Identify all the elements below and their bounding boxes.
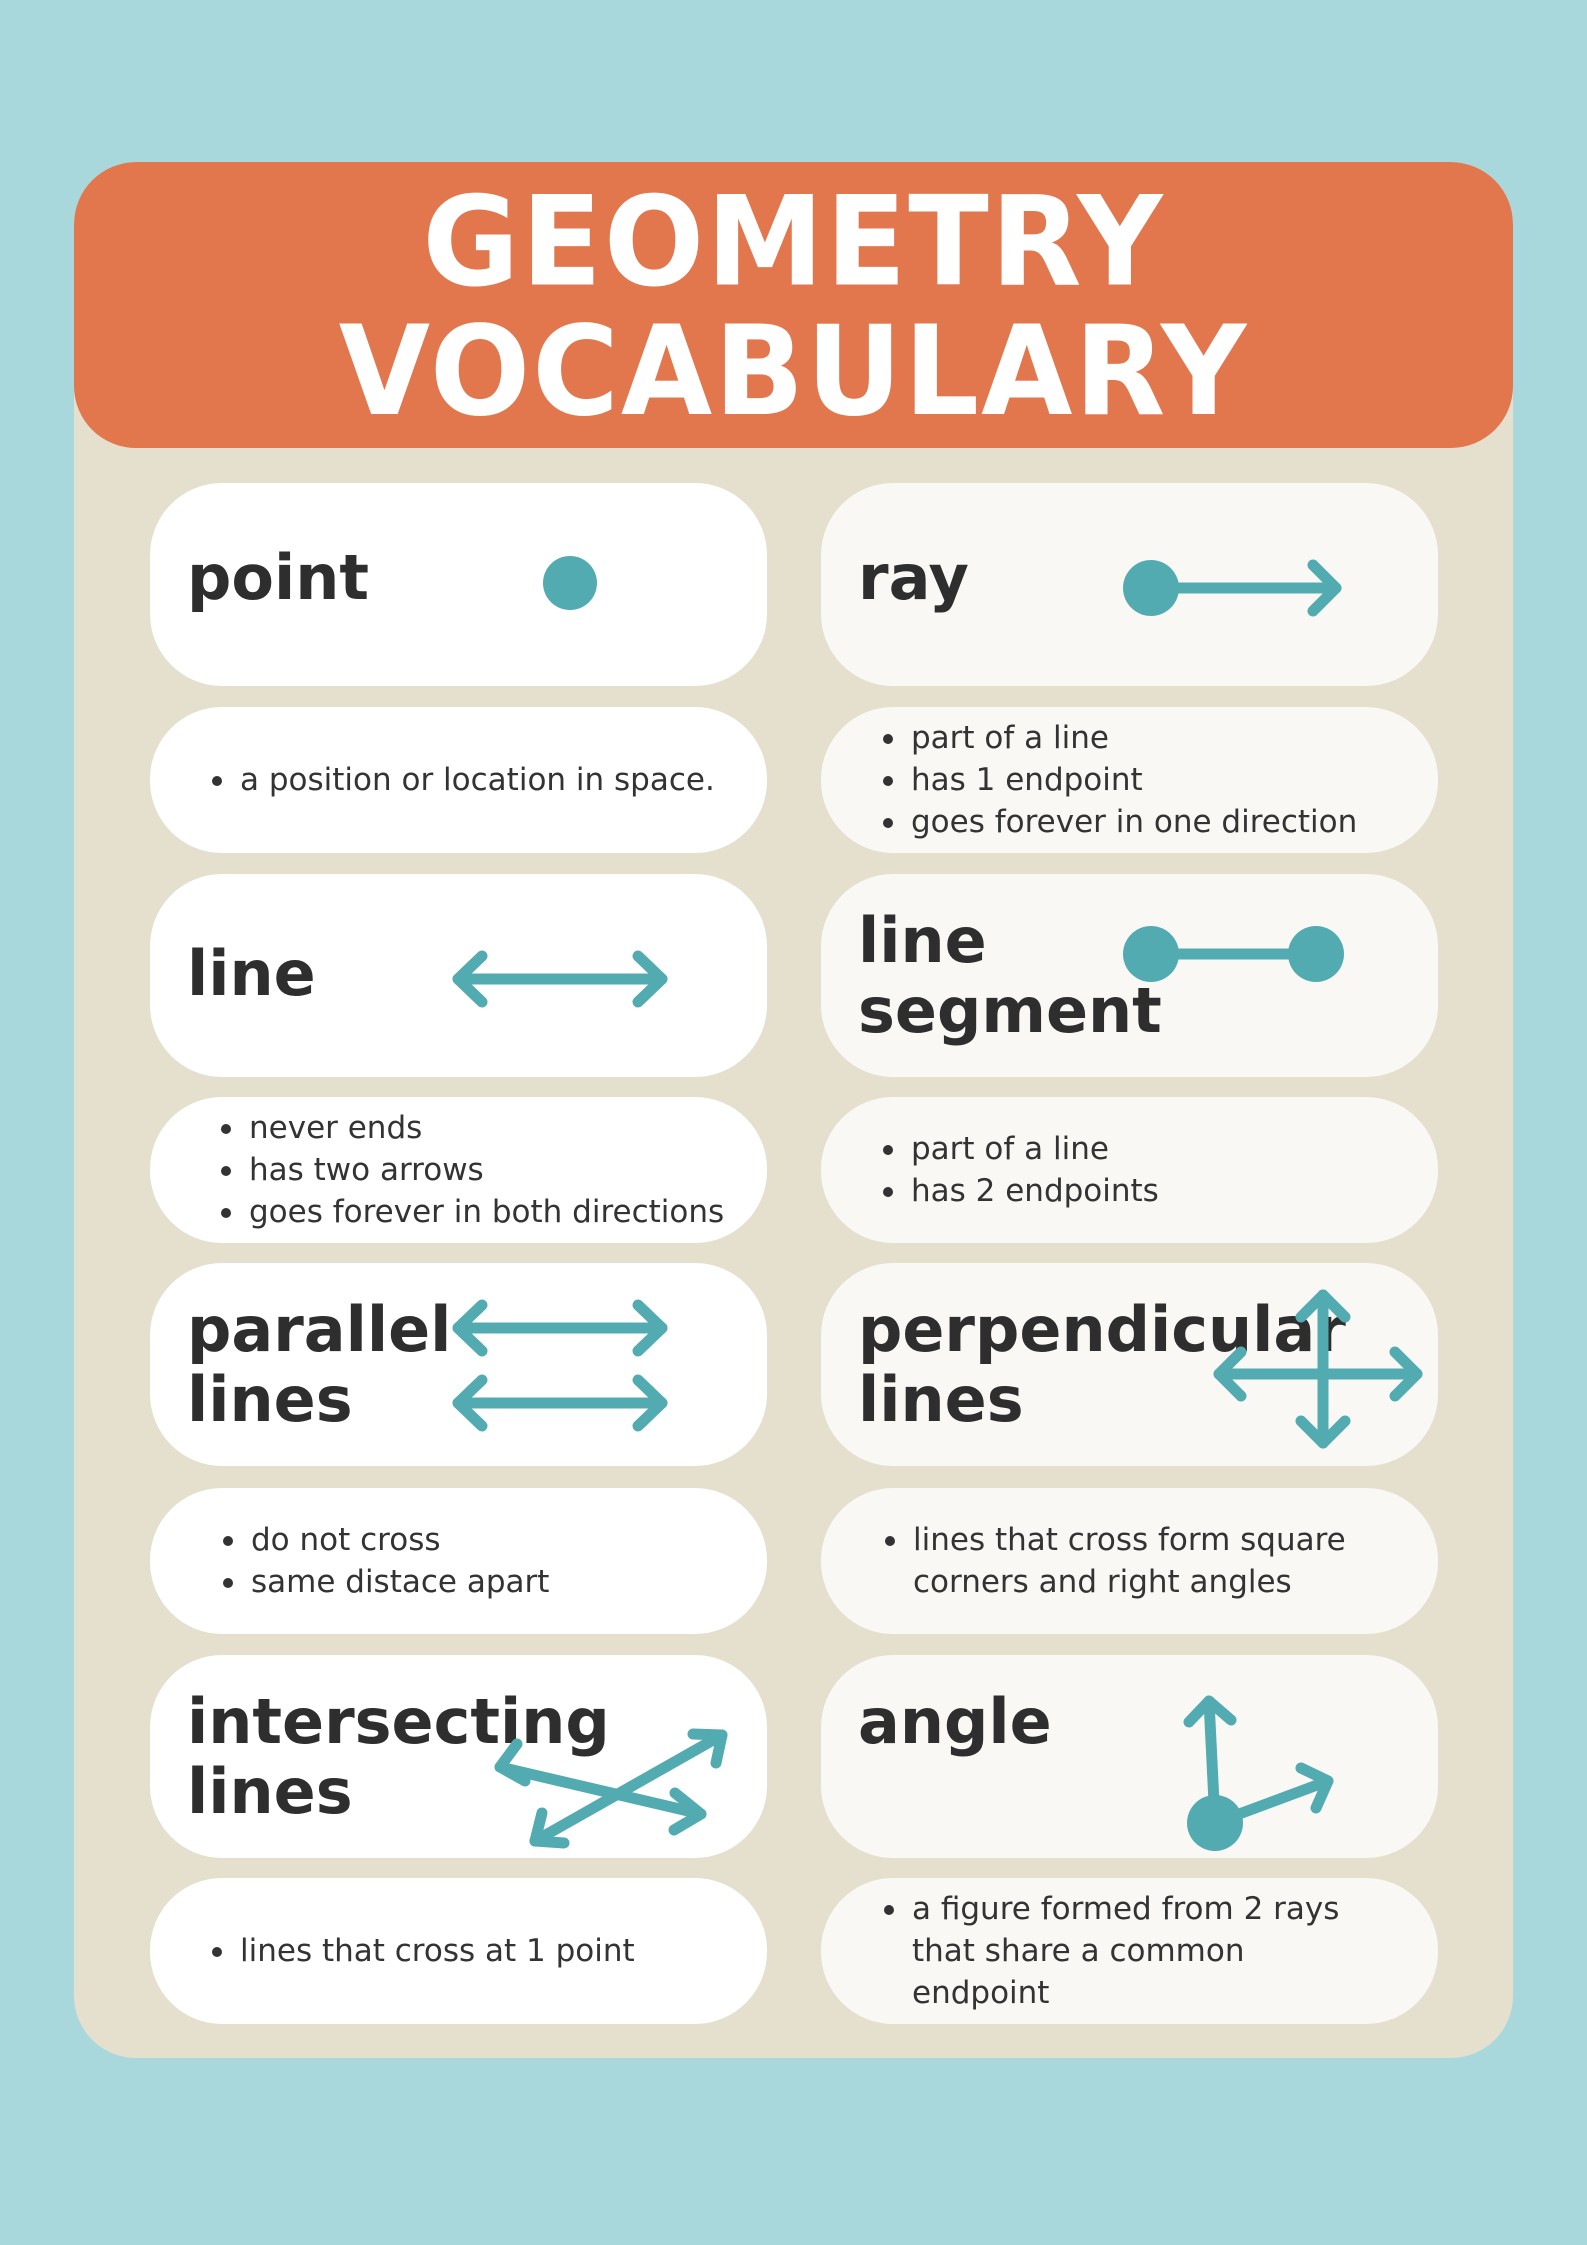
line-icon bbox=[452, 950, 668, 1008]
term-card-angle: angle bbox=[821, 1655, 1438, 1858]
term-angle: angle bbox=[858, 1685, 1052, 1758]
term-point: point bbox=[187, 541, 370, 614]
definition-item: lines that cross form square corners and… bbox=[885, 1519, 1378, 1603]
ray-icon bbox=[1123, 559, 1342, 617]
definition-item: a position or location in space. bbox=[212, 759, 767, 801]
vocabulary-card: GEOMETRY VOCABULARY point ray a position… bbox=[74, 162, 1513, 2058]
definition-list-intersecting-lines: lines that cross at 1 point bbox=[150, 1930, 767, 1972]
term-line-segment-word-1: line bbox=[858, 904, 987, 977]
perpendicular-lines-icon bbox=[1213, 1289, 1423, 1449]
definition-card-line: never ends has two arrows goes forever i… bbox=[150, 1097, 767, 1243]
definition-list-perpendicular-lines: lines that cross form square corners and… bbox=[821, 1519, 1438, 1603]
definition-card-perpendicular-lines: lines that cross form square corners and… bbox=[821, 1488, 1438, 1634]
term-line-segment: line segment bbox=[858, 906, 1162, 1046]
definition-item: never ends bbox=[221, 1107, 767, 1149]
definition-item: a figure formed from 2 rays that share a… bbox=[884, 1888, 1368, 2014]
definition-list-parallel-lines: do not cross same distace apart bbox=[150, 1519, 767, 1603]
term-line-segment-word-2: segment bbox=[858, 974, 1162, 1047]
line-segment-icon bbox=[1123, 926, 1344, 982]
definition-list-line: never ends has two arrows goes forever i… bbox=[150, 1107, 767, 1233]
definition-item: part of a line bbox=[883, 717, 1438, 759]
definition-item: has two arrows bbox=[221, 1149, 767, 1191]
term-card-perpendicular-lines: perpendicular lines bbox=[821, 1263, 1438, 1466]
definition-card-parallel-lines: do not cross same distace apart bbox=[150, 1488, 767, 1634]
term-card-ray: ray bbox=[821, 483, 1438, 686]
definition-item: lines that cross at 1 point bbox=[212, 1930, 767, 1972]
title-banner: GEOMETRY VOCABULARY bbox=[74, 162, 1513, 448]
definition-card-point: a position or location in space. bbox=[150, 707, 767, 853]
definition-list-ray: part of a line has 1 endpoint goes forev… bbox=[821, 717, 1438, 843]
definition-item: do not cross bbox=[223, 1519, 767, 1561]
definition-card-ray: part of a line has 1 endpoint goes forev… bbox=[821, 707, 1438, 853]
definition-item: part of a line bbox=[883, 1128, 1438, 1170]
definition-item: has 1 endpoint bbox=[883, 759, 1438, 801]
term-card-parallel-lines: parallel lines bbox=[150, 1263, 767, 1466]
term-card-line: line bbox=[150, 874, 767, 1077]
definition-item: goes forever in both directions bbox=[221, 1191, 767, 1233]
parallel-lines-icon bbox=[452, 1299, 668, 1432]
term-card-point: point bbox=[150, 483, 767, 686]
term-line: line bbox=[187, 937, 316, 1010]
definition-item: goes forever in one direction bbox=[883, 801, 1438, 843]
term-parallel-word-2: lines bbox=[187, 1363, 353, 1436]
title-line-1: GEOMETRY bbox=[422, 168, 1165, 314]
definition-card-intersecting-lines: lines that cross at 1 point bbox=[150, 1878, 767, 2024]
definition-item: same distace apart bbox=[223, 1561, 767, 1603]
definition-item: has 2 endpoints bbox=[883, 1170, 1438, 1212]
definition-card-line-segment: part of a line has 2 endpoints bbox=[821, 1097, 1438, 1243]
point-icon bbox=[543, 556, 597, 610]
term-parallel-word-1: parallel bbox=[187, 1293, 452, 1366]
term-card-line-segment: line segment bbox=[821, 874, 1438, 1077]
definition-list-angle: a figure formed from 2 rays that share a… bbox=[821, 1888, 1438, 2014]
title-line-2: VOCABULARY bbox=[338, 298, 1249, 444]
term-card-intersecting-lines: intersecting lines bbox=[150, 1655, 767, 1858]
definition-list-point: a position or location in space. bbox=[150, 759, 767, 801]
term-parallel-lines: parallel lines bbox=[187, 1295, 451, 1435]
definition-card-angle: a figure formed from 2 rays that share a… bbox=[821, 1878, 1438, 2024]
definition-list-line-segment: part of a line has 2 endpoints bbox=[821, 1128, 1438, 1212]
intersecting-lines-icon bbox=[494, 1728, 728, 1849]
term-ray: ray bbox=[858, 541, 969, 614]
angle-icon bbox=[1183, 1695, 1334, 1851]
